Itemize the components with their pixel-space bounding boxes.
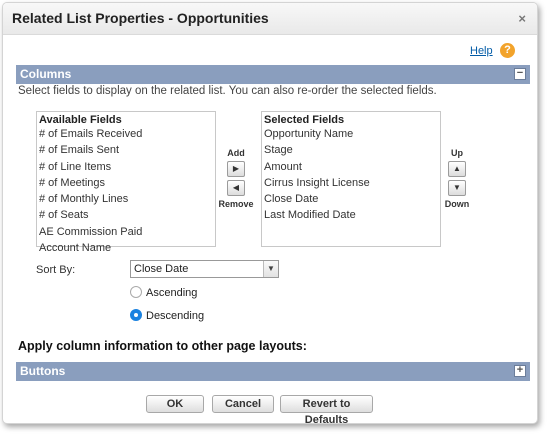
selected-fields-list[interactable]: Selected Fields Opportunity Name Stage A… — [261, 111, 441, 247]
sort-by-select[interactable]: Close Date ▼ — [130, 260, 279, 278]
columns-section-title: Columns — [20, 67, 72, 81]
move-down-icon[interactable]: ▼ — [448, 180, 466, 196]
ok-button[interactable]: OK — [146, 395, 204, 413]
list-item[interactable]: # of Seats — [37, 207, 215, 223]
chevron-down-icon[interactable]: ▼ — [263, 261, 278, 277]
up-down-controls: Up ▲ ▼ Down — [439, 148, 475, 209]
up-label: Up — [451, 148, 463, 158]
list-item[interactable]: # of Meetings — [37, 175, 215, 191]
list-item[interactable]: # of Emails Sent — [37, 142, 215, 158]
descending-radio[interactable] — [130, 309, 142, 321]
remove-label: Remove — [218, 199, 254, 209]
list-item[interactable]: Account Name — [37, 240, 215, 256]
columns-section-header[interactable]: Columns − — [16, 65, 530, 84]
move-up-icon[interactable]: ▲ — [448, 161, 466, 177]
help-link[interactable]: Help — [470, 45, 493, 57]
cancel-button[interactable]: Cancel — [212, 395, 274, 413]
add-label: Add — [227, 148, 245, 158]
selected-fields-heading: Selected Fields — [264, 114, 345, 126]
list-item[interactable]: Close Date — [262, 191, 440, 207]
list-item[interactable]: # of Monthly Lines — [37, 191, 215, 207]
dialog-title: Related List Properties - Opportunities — [12, 10, 269, 26]
apply-layouts-heading: Apply column information to other page l… — [18, 339, 307, 353]
collapse-icon[interactable]: − — [514, 68, 526, 80]
list-item[interactable]: # of Emails Received — [37, 126, 215, 142]
available-fields-heading: Available Fields — [39, 114, 122, 126]
revert-to-defaults-button[interactable]: Revert to Defaults — [280, 395, 373, 423]
ascending-radio[interactable] — [130, 286, 142, 298]
list-item[interactable]: Last Modified Date — [262, 207, 440, 223]
dialog-titlebar: Related List Properties - Opportunities … — [3, 3, 537, 35]
list-item[interactable]: AE Commission Paid — [37, 224, 215, 240]
buttons-section-header[interactable]: Buttons + — [16, 362, 530, 381]
expand-icon[interactable]: + — [514, 365, 526, 377]
ascending-label: Ascending — [146, 287, 198, 299]
sort-by-label: Sort By: — [36, 264, 76, 276]
descending-label: Descending — [146, 310, 205, 322]
columns-instructions: Select fields to display on the related … — [18, 85, 437, 97]
related-list-properties-dialog: Related List Properties - Opportunities … — [2, 2, 538, 424]
down-label: Down — [444, 199, 470, 209]
list-item[interactable]: Stage — [262, 142, 440, 158]
list-item[interactable]: Cirrus Insight License — [262, 175, 440, 191]
available-fields-list[interactable]: Available Fields # of Emails Received # … — [36, 111, 216, 254]
remove-arrow-icon[interactable]: ◀ — [227, 180, 245, 196]
list-item[interactable]: Opportunity Name — [262, 126, 440, 142]
help-icon[interactable]: ? — [500, 43, 515, 58]
add-arrow-icon[interactable]: ▶ — [227, 161, 245, 177]
buttons-section-title: Buttons — [20, 364, 66, 378]
list-item[interactable]: # of Line Items — [37, 159, 215, 175]
list-item[interactable]: Amount — [262, 159, 440, 175]
close-icon[interactable]: × — [518, 11, 526, 26]
add-remove-controls: Add ▶ ◀ Remove — [218, 148, 254, 209]
sort-by-value: Close Date — [134, 263, 189, 275]
